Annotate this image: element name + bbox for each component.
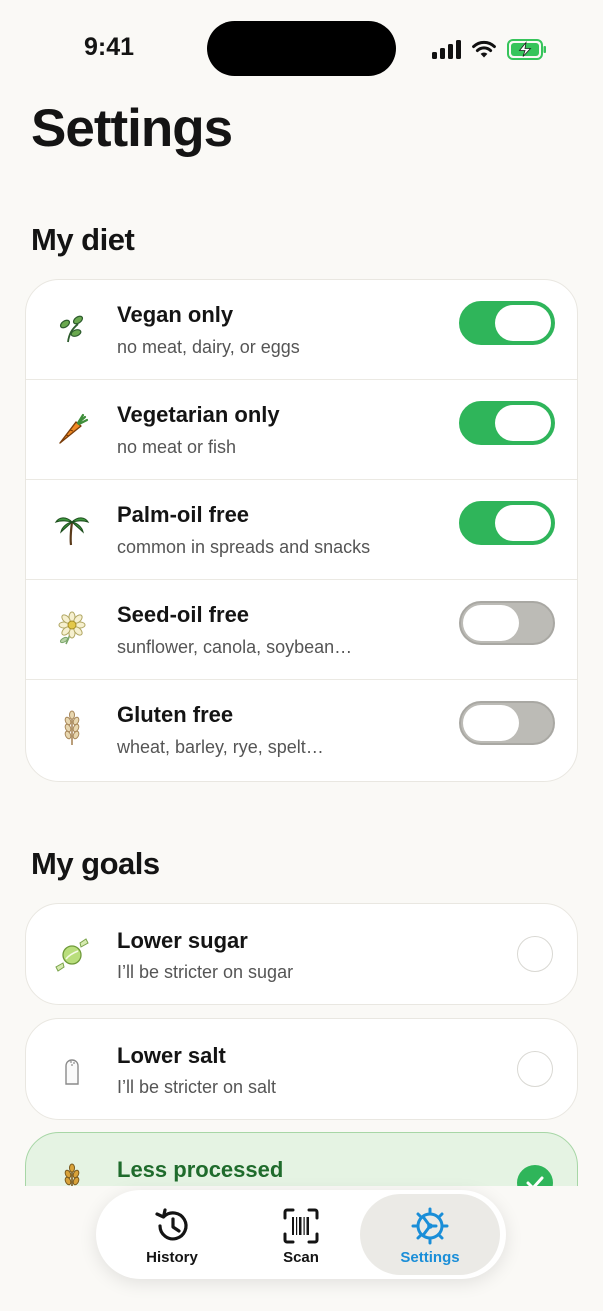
vegan-toggle[interactable] <box>459 301 555 345</box>
diet-title: Vegan only <box>117 302 234 327</box>
toggle-knob <box>495 505 551 541</box>
cellular-signal-icon <box>432 39 461 59</box>
flower-icon <box>58 611 86 645</box>
diet-title: Seed-oil free <box>117 602 250 627</box>
palm-tree-icon <box>54 517 90 546</box>
diet-title: Palm-oil free <box>117 502 250 527</box>
status-icons <box>432 36 547 62</box>
carrot-icon <box>59 413 89 444</box>
goal-title: Lower salt <box>117 1043 226 1068</box>
section-title-my-diet: My diet <box>31 222 135 257</box>
diet-title: Vegetarian only <box>117 402 280 427</box>
candy-icon <box>55 938 89 972</box>
wifi-icon <box>472 40 496 58</box>
diet-subtitle: common in spreads and snacks <box>117 537 371 557</box>
sprout-icon <box>59 315 84 343</box>
status-bar: 9:41 <box>0 0 603 90</box>
toggle-knob <box>495 305 551 341</box>
goal-card-lower-salt[interactable]: Lower salt I’ll be stricter on salt <box>25 1018 578 1120</box>
goal-title: Lower sugar <box>117 928 248 953</box>
wheat-icon <box>64 710 80 745</box>
goal-subtitle: I’ll be stricter on sugar <box>117 962 294 982</box>
diet-row-vegetarian: Vegetarian only no meat or fish <box>26 380 577 480</box>
page-title: Settings <box>31 99 233 158</box>
toggle-knob <box>495 405 551 441</box>
tab-scan[interactable]: Scan <box>231 1194 371 1275</box>
settings-gear-icon <box>411 1207 449 1245</box>
dynamic-island <box>207 21 396 76</box>
toggle-knob <box>463 605 519 641</box>
tab-label: Scan <box>283 1249 319 1266</box>
battery-charging-icon <box>507 38 546 60</box>
goal-card-lower-sugar[interactable]: Lower sugar I’ll be stricter on sugar <box>25 903 578 1005</box>
diet-row-palm-oil: Palm-oil free common in spreads and snac… <box>26 480 577 580</box>
diet-subtitle: sunflower, canola, soybean… <box>117 637 353 657</box>
toggle-knob <box>463 705 519 741</box>
goal-title: Less processed <box>117 1157 284 1182</box>
goal-subtitle: I’ll be stricter on salt <box>117 1077 277 1097</box>
section-title-my-goals: My goals <box>31 846 160 881</box>
vegetarian-toggle[interactable] <box>459 401 555 445</box>
tab-label: Settings <box>400 1249 460 1266</box>
status-time: 9:41 <box>84 33 135 61</box>
gluten-toggle[interactable] <box>459 701 555 745</box>
diet-subtitle: no meat, dairy, or eggs <box>117 337 300 357</box>
diet-row-gluten: Gluten free wheat, barley, rye, spelt… <box>26 680 577 780</box>
diet-row-vegan: Vegan only no meat, dairy, or eggs <box>26 280 577 380</box>
diet-subtitle: no meat or fish <box>117 437 237 457</box>
diet-subtitle: wheat, barley, rye, spelt… <box>117 737 324 757</box>
diet-row-seed-oil: Seed-oil free sunflower, canola, soybean… <box>26 580 577 680</box>
palm-oil-toggle[interactable] <box>459 501 555 545</box>
lower-sugar-radio[interactable] <box>517 936 553 972</box>
history-icon <box>155 1208 188 1241</box>
salt-shaker-icon <box>65 1059 79 1085</box>
lower-salt-radio[interactable] <box>517 1051 553 1087</box>
tab-label: History <box>146 1249 198 1266</box>
tab-settings[interactable]: Settings <box>360 1194 500 1275</box>
tab-bar: History Scan Settings <box>96 1190 506 1279</box>
diet-title: Gluten free <box>117 702 234 727</box>
tab-history[interactable]: History <box>102 1194 242 1275</box>
diet-card: Vegan only no meat, dairy, or eggs Veget… <box>25 279 578 782</box>
seed-oil-toggle[interactable] <box>459 601 555 645</box>
barcode-scan-icon <box>283 1208 319 1244</box>
